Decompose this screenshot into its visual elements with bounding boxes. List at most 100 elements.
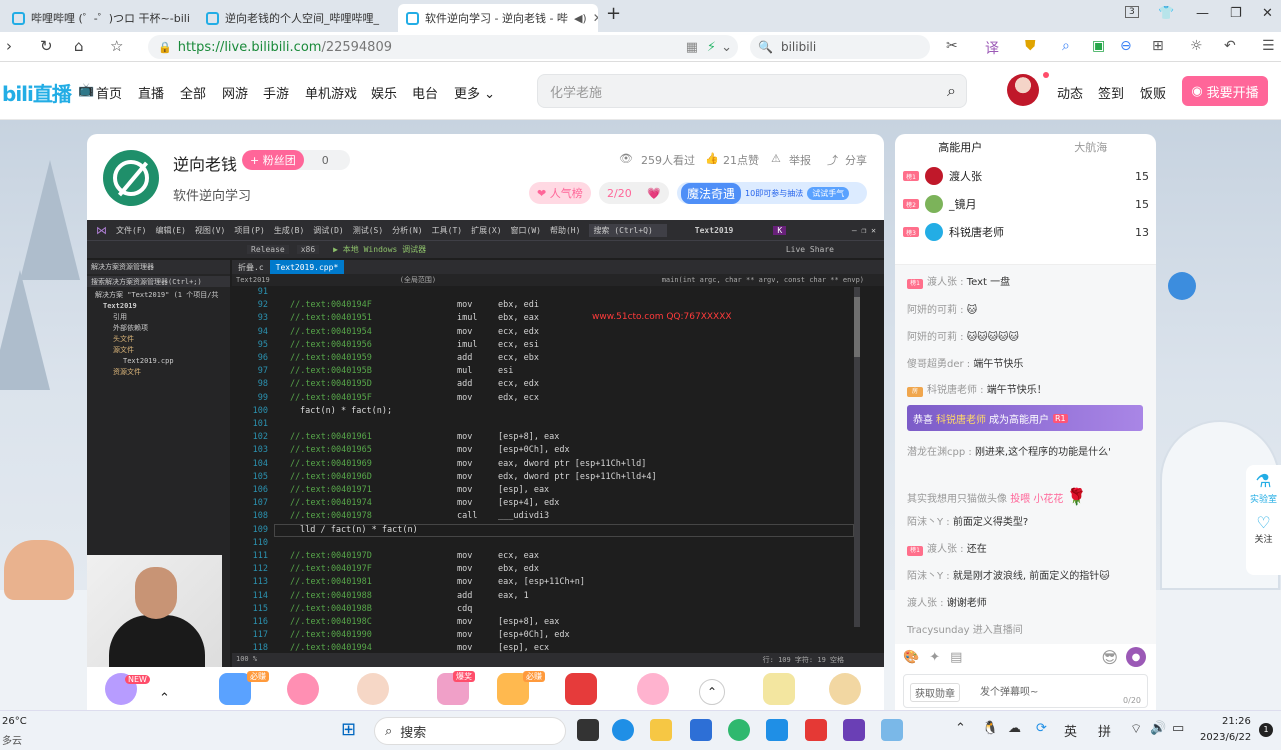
nav-live[interactable]: 直播 bbox=[138, 83, 164, 102]
chat-user[interactable]: 渡人张 : bbox=[907, 598, 944, 609]
code-editor[interactable]: 折叠.c Text2019.cpp* Text2019 (全局范围) main(… bbox=[232, 260, 884, 667]
grid-icon[interactable]: ⊞ bbox=[1152, 38, 1164, 54]
speaker-icon[interactable]: ◀) bbox=[574, 12, 587, 25]
vs-menu-item[interactable]: 工具(T) bbox=[432, 225, 462, 236]
magic-try-button[interactable]: 试试手气 bbox=[807, 186, 850, 200]
clock-time[interactable]: 21:26 bbox=[1222, 716, 1251, 727]
vs-menu-item[interactable]: 测试(S) bbox=[353, 225, 383, 236]
report-link[interactable]: 举报 bbox=[789, 152, 811, 168]
cloud-icon[interactable]: ☁ bbox=[1008, 721, 1021, 736]
magic-event-banner[interactable]: 魔法奇遇 10即可参与抽法 试试手气 bbox=[677, 182, 867, 204]
chat-user[interactable]: 渡人张 : bbox=[927, 544, 964, 555]
browser-tab-1[interactable]: 哔哩哔哩 (゜-゜)つロ 干杯~-bili bbox=[4, 4, 196, 32]
tab-high-energy[interactable]: 高能用户 bbox=[895, 134, 1026, 160]
windows-start-icon[interactable]: ⊞ bbox=[341, 719, 356, 740]
link-dynamic[interactable]: 动态 bbox=[1057, 83, 1083, 102]
magnifier-plus-icon[interactable]: ⌕ bbox=[1062, 38, 1070, 54]
emoji-icon[interactable]: 😎 bbox=[1101, 648, 1118, 667]
browser-tab-2[interactable]: 逆向老钱的个人空间_哔哩哔哩_ bbox=[198, 4, 394, 32]
scissors-icon[interactable]: ✂ bbox=[946, 38, 958, 54]
lab-label[interactable]: 实验室 bbox=[1246, 492, 1281, 505]
new-tab-button[interactable]: + bbox=[606, 3, 621, 24]
vs-platform-select[interactable]: x86 bbox=[296, 245, 320, 254]
task-view-icon[interactable] bbox=[577, 719, 599, 741]
thumbs-up-icon[interactable]: 👍 bbox=[705, 152, 719, 165]
puzzle-icon[interactable]: ✦ bbox=[929, 650, 940, 665]
editor-zoom[interactable]: 100 % bbox=[236, 655, 257, 663]
flask-icon[interactable]: ⚗ bbox=[1246, 471, 1281, 492]
mail-icon[interactable] bbox=[766, 719, 788, 741]
solution-item[interactable]: Text2019.cpp bbox=[87, 355, 230, 366]
shirt-icon[interactable]: 👕 bbox=[1158, 6, 1174, 21]
nav-home[interactable]: 首页 bbox=[96, 83, 122, 102]
weather-desc[interactable]: 多云 bbox=[2, 732, 22, 747]
tab-count-badge[interactable]: 3 bbox=[1125, 6, 1139, 18]
progress-badge[interactable]: 2/20 💗 bbox=[599, 182, 669, 204]
vs-menu-item[interactable]: 生成(B) bbox=[274, 225, 304, 236]
close-tab-icon[interactable]: ✕ bbox=[587, 11, 598, 25]
lightning-icon[interactable]: ⚡ bbox=[707, 40, 716, 55]
chevron-up-icon[interactable]: ⌃ bbox=[955, 721, 966, 736]
gift-cow[interactable] bbox=[357, 673, 389, 705]
go-live-button[interactable]: ◉ 我要开播 bbox=[1182, 76, 1268, 106]
search-icon[interactable]: ⌕ bbox=[947, 81, 956, 101]
notification-badge[interactable]: 1 bbox=[1259, 723, 1273, 737]
qq-icon[interactable]: 🐧 bbox=[982, 721, 998, 736]
palette-icon[interactable]: 🎨 bbox=[903, 650, 919, 665]
solution-item[interactable]: 源文件 bbox=[87, 344, 230, 355]
vs-menu-item[interactable]: 编辑(E) bbox=[155, 225, 185, 236]
shield-icon[interactable]: ⛊ bbox=[1025, 38, 1036, 54]
nav-all[interactable]: 全部 bbox=[180, 83, 206, 102]
live-search-input[interactable]: 化学老施 ⌕ bbox=[537, 74, 967, 108]
vs-menu-item[interactable]: 项目(P) bbox=[234, 225, 264, 236]
solution-item[interactable]: 外部依赖项 bbox=[87, 322, 230, 333]
minimize-icon[interactable]: — bbox=[1196, 6, 1209, 21]
chevron-up-icon[interactable]: ⌃ bbox=[699, 679, 725, 705]
qr-icon[interactable]: ▦ bbox=[686, 40, 698, 55]
nav-single-games[interactable]: 单机游戏 bbox=[305, 83, 357, 102]
browser-360-icon[interactable] bbox=[728, 719, 750, 741]
share-icon[interactable]: ⤴ bbox=[827, 152, 838, 168]
vs-account-icon[interactable]: K bbox=[773, 225, 787, 235]
gift-battery[interactable] bbox=[763, 673, 795, 705]
chat-user[interactable]: 其实我想用只猫做头像 bbox=[907, 494, 1007, 505]
url-bar[interactable]: 🔒 https:// live.bilibili.com /22594809 ▦… bbox=[148, 35, 738, 59]
danmu-input[interactable]: 发个弹幕呗~ bbox=[980, 683, 1038, 698]
taskbar-search[interactable]: ⌕ 搜索 bbox=[374, 717, 566, 745]
solution-search[interactable]: 搜索解决方案资源管理器(Ctrl+;) bbox=[87, 276, 230, 287]
link-shop[interactable]: 饭贩 bbox=[1140, 83, 1166, 102]
nav-radio[interactable]: 电台 bbox=[412, 83, 438, 102]
message-icon[interactable]: ▤ bbox=[950, 650, 962, 665]
wps-icon[interactable] bbox=[805, 719, 827, 741]
chevron-down-icon[interactable]: ⌄ bbox=[721, 40, 732, 55]
user-avatar[interactable] bbox=[1007, 74, 1039, 106]
editor-scrollbar[interactable] bbox=[854, 287, 860, 627]
vs-menu-item[interactable]: 帮助(H) bbox=[550, 225, 580, 236]
chat-user[interactable]: 渡人张 : bbox=[927, 277, 964, 288]
vs-live-share[interactable]: Live Share bbox=[786, 245, 834, 254]
chat-user[interactable]: Tracysunday bbox=[907, 625, 970, 636]
weather-temp[interactable]: 26°C bbox=[2, 716, 27, 727]
chat-user[interactable]: 陌沫丶Y : bbox=[907, 571, 950, 582]
solution-item[interactable]: 头文件 bbox=[87, 333, 230, 344]
nav-online-games[interactable]: 网游 bbox=[222, 83, 248, 102]
follow-label[interactable]: 关注 bbox=[1246, 532, 1281, 545]
gift-red-envelope[interactable] bbox=[565, 673, 597, 705]
restore-icon[interactable]: ❐ bbox=[1230, 6, 1242, 21]
brightness-icon[interactable]: ☼ bbox=[1190, 38, 1203, 54]
vs-menu-item[interactable]: 分析(N) bbox=[392, 225, 422, 236]
chat-user[interactable]: 潜龙在渊cpp : bbox=[907, 447, 972, 458]
share-link[interactable]: 分享 bbox=[845, 152, 867, 168]
paint-icon[interactable] bbox=[881, 719, 903, 741]
chat-user[interactable]: 傻哥超勇der : bbox=[907, 359, 970, 370]
gift-flower[interactable] bbox=[287, 673, 319, 705]
store-icon[interactable] bbox=[690, 719, 712, 741]
close-window-icon[interactable]: ✕ bbox=[1262, 6, 1273, 21]
nav-entertainment[interactable]: 娱乐 bbox=[371, 83, 397, 102]
gift-hearts[interactable] bbox=[637, 673, 669, 705]
chat-user[interactable]: 陌沫丶Y : bbox=[907, 517, 950, 528]
battery-icon[interactable]: ▭ bbox=[1172, 721, 1184, 736]
ime-mode[interactable]: 拼 bbox=[1098, 721, 1111, 740]
home-icon[interactable]: ⌂ bbox=[74, 37, 84, 55]
heart-icon[interactable]: ♡ bbox=[1246, 513, 1281, 532]
